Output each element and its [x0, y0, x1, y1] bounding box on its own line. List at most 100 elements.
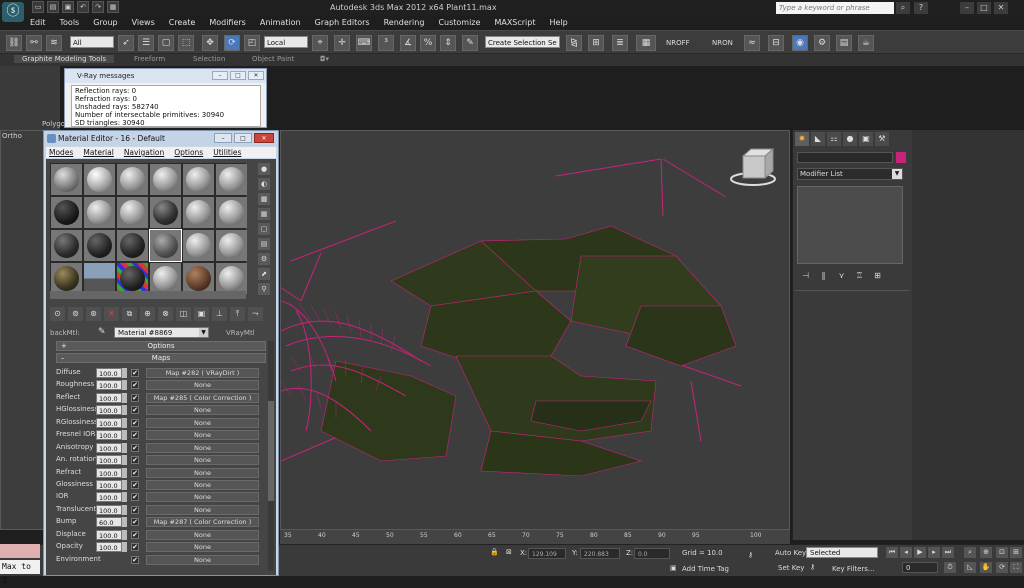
- maximize-viewport-icon[interactable]: ⛶: [1010, 562, 1022, 573]
- object-color-swatch[interactable]: [896, 152, 906, 163]
- map-enable-checkbox[interactable]: ✔: [131, 369, 139, 377]
- material-editor-icon[interactable]: ◉: [792, 35, 808, 51]
- key-selection-dropdown[interactable]: Selected: [806, 547, 878, 558]
- maxscript-mini-listener[interactable]: Max to 3: [0, 560, 40, 585]
- map-enable-checkbox[interactable]: ✔: [131, 393, 139, 402]
- key-mode-icon[interactable]: ⚷: [748, 551, 753, 559]
- get-material-icon[interactable]: ⊙: [50, 307, 65, 321]
- sample-slot[interactable]: [51, 263, 82, 294]
- tab-object-paint[interactable]: Object Paint: [252, 55, 294, 63]
- pivot-center-icon[interactable]: ⌖: [312, 35, 328, 51]
- sample-slot[interactable]: [117, 164, 148, 195]
- set-key-button[interactable]: Set Key: [778, 564, 804, 572]
- search-icon[interactable]: ⌕: [896, 2, 910, 14]
- sample-slot[interactable]: [51, 164, 82, 195]
- align-icon[interactable]: ⊞: [588, 35, 604, 51]
- go-to-end-icon[interactable]: ⏭: [942, 547, 954, 558]
- amount-spinner[interactable]: [122, 380, 127, 391]
- map-amount-field[interactable]: 100.0: [96, 380, 122, 391]
- map-slot-button[interactable]: None: [146, 504, 259, 515]
- reference-coordinate-dropdown[interactable]: Local: [264, 36, 308, 48]
- close-button[interactable]: ✕: [254, 133, 274, 143]
- select-by-name-icon[interactable]: ☰: [138, 35, 154, 51]
- play-icon[interactable]: ▶: [914, 547, 926, 558]
- backlight-icon[interactable]: ◐: [258, 178, 270, 190]
- viewport-left[interactable]: [0, 130, 44, 530]
- map-amount-field[interactable]: 100.0: [96, 529, 122, 540]
- nron-button[interactable]: NRON: [712, 39, 733, 47]
- go-to-start-icon[interactable]: ⏮: [886, 547, 898, 558]
- menu-modifiers[interactable]: Modifiers: [209, 16, 246, 29]
- help-icon[interactable]: ?: [914, 2, 928, 14]
- sample-slot[interactable]: [183, 197, 214, 228]
- close-button[interactable]: ✕: [994, 2, 1008, 14]
- map-slot-button[interactable]: None: [146, 479, 259, 490]
- menu-navigation[interactable]: Navigation: [124, 147, 164, 158]
- new-file-icon[interactable]: ▭: [32, 1, 44, 13]
- map-amount-field[interactable]: 100.0: [96, 467, 122, 478]
- map-enable-checkbox[interactable]: ✔: [131, 480, 139, 489]
- graphite-toggle-icon[interactable]: ▦: [636, 35, 656, 51]
- menu-rendering[interactable]: Rendering: [384, 16, 425, 29]
- sample-slot[interactable]: [216, 164, 247, 195]
- map-enable-checkbox[interactable]: ✔: [131, 406, 139, 415]
- map-enable-checkbox[interactable]: ✔: [131, 555, 139, 564]
- map-amount-field[interactable]: 100.0: [96, 417, 122, 428]
- map-enable-checkbox[interactable]: ✔: [131, 456, 139, 465]
- project-folder-icon[interactable]: ▦: [107, 1, 119, 13]
- video-color-check-icon[interactable]: ▢: [258, 223, 270, 235]
- undo-icon[interactable]: ↶: [77, 1, 89, 13]
- add-time-tag-button[interactable]: Add Time Tag: [682, 565, 729, 573]
- sample-slot[interactable]: [84, 230, 115, 261]
- sample-slot[interactable]: [84, 164, 115, 195]
- menu-material[interactable]: Material: [83, 147, 113, 158]
- set-key-icon[interactable]: ⚷: [810, 563, 815, 571]
- spinner-snap-icon[interactable]: ⇕: [440, 35, 456, 51]
- layer-manager-icon[interactable]: ≣: [612, 35, 628, 51]
- amount-spinner[interactable]: [122, 417, 127, 428]
- map-amount-field[interactable]: 100.0: [96, 392, 122, 403]
- material-id-channel-icon[interactable]: ◫: [176, 307, 191, 321]
- modify-tab-icon[interactable]: ◣: [811, 132, 825, 146]
- map-amount-field[interactable]: 100.0: [96, 442, 122, 453]
- minimize-button[interactable]: –: [960, 2, 974, 14]
- sample-slot-selected[interactable]: [149, 229, 182, 262]
- amount-spinner[interactable]: [122, 504, 127, 515]
- amount-spinner[interactable]: [122, 467, 127, 478]
- ribbon-options-icon[interactable]: ◘▾: [320, 55, 329, 63]
- map-slot-button[interactable]: None: [146, 380, 259, 391]
- map-amount-field[interactable]: 60.0: [96, 517, 122, 528]
- select-object-icon[interactable]: ➶: [118, 35, 134, 51]
- next-frame-icon[interactable]: ▸: [928, 547, 940, 558]
- angle-snap-icon[interactable]: ∡: [400, 35, 416, 51]
- amount-spinner[interactable]: [122, 405, 127, 416]
- menu-customize[interactable]: Customize: [438, 16, 480, 29]
- rotate-icon[interactable]: ⟳: [224, 35, 240, 51]
- modifier-stack[interactable]: [797, 186, 903, 264]
- map-enable-checkbox[interactable]: ✔: [131, 431, 139, 440]
- selection-filter-dropdown[interactable]: All: [70, 36, 114, 48]
- pick-material-icon[interactable]: ✎: [98, 327, 106, 337]
- menu-animation[interactable]: Animation: [260, 16, 301, 29]
- zoom-extents-all-icon[interactable]: ⊞: [1010, 547, 1022, 558]
- schematic-view-icon[interactable]: ⊟: [768, 35, 784, 51]
- map-slot-button[interactable]: None: [146, 467, 259, 478]
- amount-spinner[interactable]: [122, 517, 127, 528]
- map-slot-button[interactable]: None: [146, 430, 259, 441]
- utilities-tab-icon[interactable]: ⚒: [875, 132, 889, 146]
- make-unique-icon[interactable]: ⋎: [835, 270, 848, 281]
- nroff-button[interactable]: NROFF: [666, 39, 690, 47]
- map-slot-button[interactable]: None: [146, 442, 259, 453]
- hierarchy-tab-icon[interactable]: ⚏: [827, 132, 841, 146]
- select-manipulate-icon[interactable]: ✛: [334, 35, 350, 51]
- named-selection-dropdown[interactable]: Create Selection Se: [485, 36, 560, 48]
- menu-utilities[interactable]: Utilities: [213, 147, 241, 158]
- material-type-button[interactable]: VRayMtl: [226, 329, 255, 337]
- options-rollout[interactable]: + Options: [56, 341, 266, 351]
- material-name-field[interactable]: Material #8869 ▼: [114, 327, 209, 338]
- menu-maxscript[interactable]: MAXScript: [494, 16, 535, 29]
- sample-slots-scrollbar[interactable]: [50, 291, 246, 299]
- copy-material-icon[interactable]: ⧉: [122, 307, 137, 321]
- amount-spinner[interactable]: [122, 492, 127, 503]
- absolute-mode-icon[interactable]: ⊠: [506, 548, 512, 556]
